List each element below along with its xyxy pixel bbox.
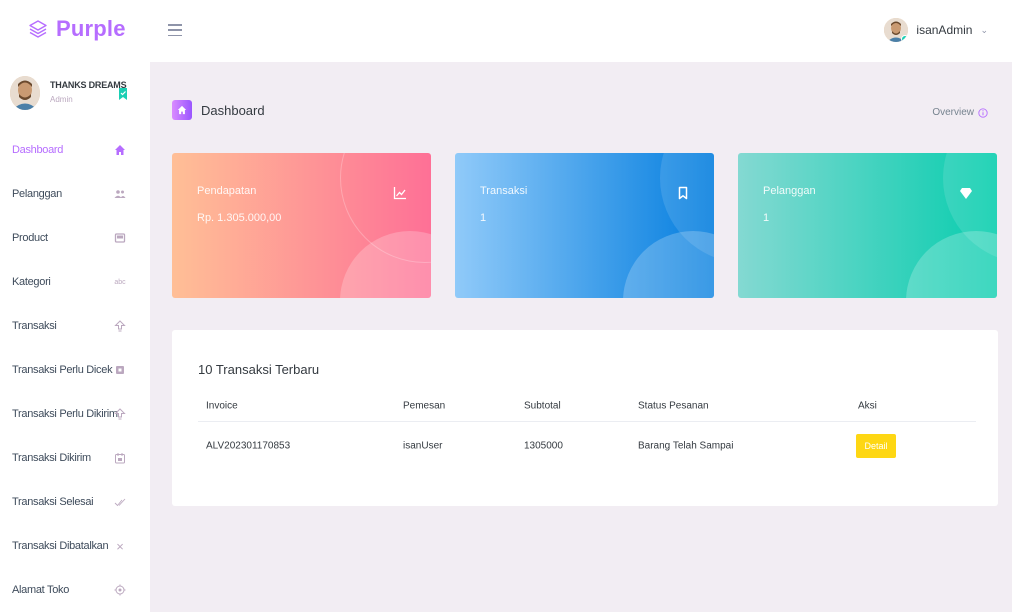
sidebar: THANKS DREAMS Admin Dashboard Pelanggan … xyxy=(0,62,150,612)
detail-button[interactable]: Detail xyxy=(856,434,896,458)
sidebar-item-label: Transaksi Perlu Dicek xyxy=(12,364,113,376)
sidebar-item-label: Kategori xyxy=(12,276,51,288)
layers-icon xyxy=(29,20,47,38)
sidebar-item-pelanggan[interactable]: Pelanggan xyxy=(0,172,150,216)
bookmark-check-icon xyxy=(119,88,127,100)
menu-toggle-icon[interactable] xyxy=(168,24,182,36)
sidebar-item-label: Product xyxy=(12,232,48,244)
calendar-icon xyxy=(115,453,125,464)
stat-card-title: Pelanggan xyxy=(763,185,816,197)
sidebar-item-dashboard[interactable]: Dashboard xyxy=(0,128,150,172)
brand-logo[interactable]: Purple xyxy=(28,16,126,42)
overview-link[interactable]: Overview xyxy=(932,107,988,118)
diamond-icon xyxy=(960,188,972,199)
overview-label: Overview xyxy=(932,107,974,118)
sidebar-item-transaksi[interactable]: Transaksi xyxy=(0,304,150,348)
users-icon xyxy=(114,190,126,198)
chevron-down-icon: ⌄ xyxy=(980,24,988,35)
sidebar-item-label: Transaksi xyxy=(12,320,57,332)
package-icon xyxy=(114,233,126,243)
crosshair-icon xyxy=(114,584,126,596)
sidebar-item-label: Alamat Toko xyxy=(12,584,70,596)
sidebar-item-label: Transaksi Dikirim xyxy=(12,452,91,464)
cell-pemesan: isanUser xyxy=(403,440,443,452)
recent-transactions-card: 10 Transaksi Terbaru Invoice Pemesan Sub… xyxy=(172,330,998,506)
stat-card-pelanggan: Pelanggan 1 xyxy=(738,153,997,298)
bookmark-icon xyxy=(678,186,688,200)
upload-arrow-icon xyxy=(114,408,126,420)
sidebar-item-product[interactable]: Product xyxy=(0,216,150,260)
stat-card-value: Rp. 1.305.000,00 xyxy=(197,212,282,224)
main-content: Dashboard Overview Pendapatan Rp. 1.305.… xyxy=(150,62,1012,612)
stat-card-value: 1 xyxy=(763,212,770,224)
table-header-row: Invoice Pemesan Subtotal Status Pesanan … xyxy=(198,390,976,422)
sidebar-item-label: Dashboard xyxy=(12,144,64,156)
sidebar-item-label: Pelanggan xyxy=(12,188,62,200)
upload-arrow-icon xyxy=(114,320,126,332)
cell-subtotal: 1305000 xyxy=(524,440,563,452)
sidebar-item-label: Transaksi Dibatalkan xyxy=(12,540,109,552)
sidebar-item-transaksi-perlu-dikirim[interactable]: Transaksi Perlu Dikirim xyxy=(0,392,150,436)
stat-card-value: 1 xyxy=(480,212,487,224)
profile-avatar xyxy=(10,76,40,110)
top-navbar: Purple isanAdmin ⌄ xyxy=(0,0,1012,62)
cell-status: Barang Telah Sampai xyxy=(638,440,734,452)
check-all-icon xyxy=(114,498,126,507)
sidebar-item-transaksi-selesai[interactable]: Transaksi Selesai xyxy=(0,480,150,524)
sidebar-item-label: Transaksi Perlu Dikirim xyxy=(12,408,118,420)
profile-role: Admin xyxy=(50,95,73,104)
profile-name: THANKS DREAMS xyxy=(50,80,127,90)
page-title: Dashboard xyxy=(201,102,265,118)
sidebar-menu: Dashboard Pelanggan Product Kategori abc… xyxy=(0,128,150,612)
page-header: Dashboard xyxy=(172,100,265,120)
stat-card-title: Pendapatan xyxy=(197,185,257,197)
close-icon: × xyxy=(116,538,124,554)
user-dropdown[interactable]: isanAdmin ⌄ xyxy=(884,18,988,42)
column-header-subtotal: Subtotal xyxy=(524,400,561,411)
abc-icon: abc xyxy=(114,278,126,286)
online-status-dot xyxy=(901,35,909,42)
home-icon xyxy=(172,100,192,120)
nav-user-name: isanAdmin xyxy=(916,23,973,37)
sidebar-profile[interactable]: THANKS DREAMS Admin xyxy=(10,76,140,120)
sidebar-item-transaksi-dibatalkan[interactable]: Transaksi Dibatalkan × xyxy=(0,524,150,568)
home-icon xyxy=(115,145,125,155)
sidebar-item-kategori[interactable]: Kategori abc xyxy=(0,260,150,304)
stat-card-transaksi: Transaksi 1 xyxy=(455,153,714,298)
transactions-table: Invoice Pemesan Subtotal Status Pesanan … xyxy=(198,390,976,470)
brand-name: Purple xyxy=(56,16,126,41)
stat-card-title: Transaksi xyxy=(480,185,528,197)
chart-line-icon xyxy=(393,187,406,200)
sidebar-item-transaksi-dikirim[interactable]: Transaksi Dikirim xyxy=(0,436,150,480)
square-icon xyxy=(116,366,124,374)
column-header-aksi: Aksi xyxy=(858,400,877,411)
cell-invoice: ALV202301170853 xyxy=(206,440,291,452)
avatar xyxy=(884,18,909,42)
info-circle-icon xyxy=(978,107,988,118)
sidebar-item-label: Transaksi Selesai xyxy=(12,496,94,508)
table-title: 10 Transaksi Terbaru xyxy=(198,362,320,377)
sidebar-item-alamat-toko[interactable]: Alamat Toko xyxy=(0,568,150,612)
sidebar-item-transaksi-perlu-dicek[interactable]: Transaksi Perlu Dicek xyxy=(0,348,150,392)
column-header-pemesan: Pemesan xyxy=(403,400,446,411)
table-row: ALV202301170853 isanUser 1305000 Barang … xyxy=(198,422,976,470)
column-header-status: Status Pesanan xyxy=(638,400,709,411)
stat-card-pendapatan: Pendapatan Rp. 1.305.000,00 xyxy=(172,153,431,298)
column-header-invoice: Invoice xyxy=(206,400,238,411)
